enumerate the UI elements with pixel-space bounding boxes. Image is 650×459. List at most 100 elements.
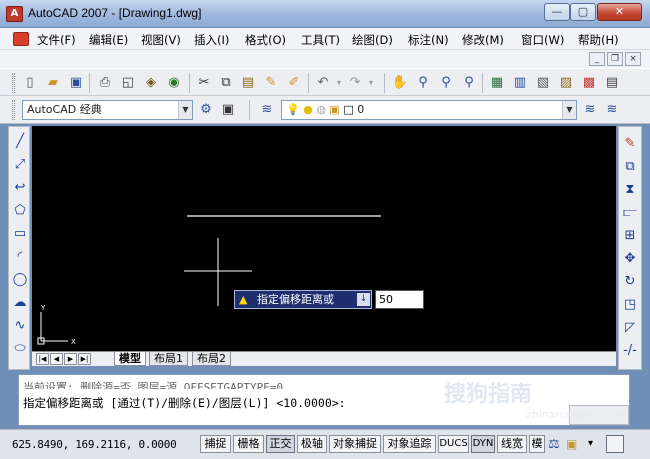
maximize-button[interactable]: ▢ [570, 3, 596, 21]
layer-properties-icon[interactable]: ≋ [258, 101, 276, 119]
rectangle-icon[interactable]: ▭ [11, 225, 29, 243]
construction-line-icon[interactable]: ⤢ [11, 156, 29, 174]
grid-toggle[interactable]: 栅格 [233, 435, 264, 453]
spline-icon[interactable]: ∿ [11, 317, 29, 335]
pan-realtime-icon[interactable]: ✋ [391, 74, 409, 92]
object-snap-toggle[interactable]: 对象捕捉 [329, 435, 381, 453]
save-icon[interactable]: ▣ [67, 74, 85, 92]
lightbulb-icon: 💡 [286, 103, 300, 116]
3d-dwf-icon[interactable]: ◉ [165, 74, 183, 92]
dyn-toggle[interactable]: DYN [471, 435, 495, 453]
plot-preview-icon[interactable]: ◱ [119, 74, 137, 92]
polyline-icon[interactable]: ↩ [11, 179, 29, 197]
new-icon[interactable]: ▯ [21, 74, 39, 92]
menu-insert[interactable]: 插入(I) [194, 32, 229, 48]
block-editor-icon[interactable]: ✐ [285, 74, 303, 92]
tab-layout2[interactable]: 布局2 [192, 352, 231, 366]
doc-close-button[interactable]: × [625, 52, 641, 66]
menu-window[interactable]: 窗口(W) [521, 32, 564, 48]
menu-file[interactable]: 文件(F) [37, 32, 76, 48]
copy-icon[interactable]: ⧉ [217, 74, 235, 92]
markup-icon[interactable]: ▩ [580, 74, 598, 92]
options-down-arrow-icon[interactable]: ↓ [357, 293, 370, 306]
circle-icon[interactable]: ◯ [11, 271, 29, 289]
menu-draw[interactable]: 绘图(D) [352, 32, 393, 48]
annotation-scale-icon[interactable]: ⚖ [548, 437, 560, 452]
minimize-button[interactable]: — [544, 3, 570, 21]
properties-icon[interactable]: ▦ [488, 74, 506, 92]
previous-tab-button[interactable]: ◀ [50, 353, 63, 365]
line-icon[interactable]: ╱ [11, 133, 29, 151]
clean-screen-button[interactable] [606, 435, 624, 453]
lineweight-toggle[interactable]: 线宽 [497, 435, 527, 453]
tab-model[interactable]: 模型 [114, 352, 146, 366]
toolbar-grip[interactable] [12, 100, 15, 120]
next-tab-button[interactable]: ▶ [64, 353, 77, 365]
doc-restore-button[interactable]: ❐ [607, 52, 623, 66]
menu-view[interactable]: 视图(V) [141, 32, 181, 48]
mirror-icon[interactable]: ⧗ [621, 181, 639, 199]
menu-dimension[interactable]: 标注(N) [408, 32, 449, 48]
cut-icon[interactable]: ✂ [195, 74, 213, 92]
sheet-set-icon[interactable]: ▨ [557, 74, 575, 92]
last-tab-button[interactable]: ▶| [78, 353, 91, 365]
print-icon[interactable]: ⎙ [96, 74, 114, 92]
autocad-app-icon[interactable]: A [6, 6, 23, 22]
menu-help[interactable]: 帮助(H) [578, 32, 619, 48]
object-tracking-toggle[interactable]: 对象追踪 [383, 435, 436, 453]
snap-toggle[interactable]: 捕捉 [200, 435, 231, 453]
copy-object-icon[interactable]: ⧉ [621, 158, 639, 176]
zoom-previous-icon[interactable]: ⚲ [460, 74, 478, 92]
trim-icon[interactable]: -/- [621, 342, 639, 360]
redo-dropdown-icon[interactable]: ▾ [362, 74, 380, 92]
toolbar-grip[interactable] [12, 73, 15, 93]
drawing-canvas[interactable]: Y X [32, 126, 616, 351]
freeze-icon: ◍ [316, 103, 326, 116]
revision-cloud-icon[interactable]: ☁ [11, 294, 29, 312]
coordinate-display[interactable]: 625.8490, 169.2116, 0.0000 [12, 438, 177, 451]
tool-palettes-icon[interactable]: ▧ [534, 74, 552, 92]
arc-icon[interactable]: ◜ [11, 248, 29, 266]
offset-icon[interactable]: ⫍ [621, 204, 639, 222]
first-tab-button[interactable]: |◀ [36, 353, 49, 365]
polar-toggle[interactable]: 极轴 [297, 435, 327, 453]
ortho-toggle[interactable]: 正交 [266, 435, 295, 453]
doc-minimize-button[interactable]: _ [589, 52, 605, 66]
polygon-icon[interactable]: ⬠ [11, 202, 29, 220]
close-button[interactable]: ✕ [597, 3, 642, 21]
workspace-layer-toolbar: AutoCAD 经典 ▼ ⚙ ▣ ≋ 💡 ● ◍ ▣ □ 0 ▼ ≋ ≋ [0, 96, 650, 124]
model-toggle[interactable]: 模 [529, 435, 545, 453]
tray-settings-icon[interactable]: ▾ [588, 438, 593, 449]
stretch-icon[interactable]: ◸ [621, 319, 639, 337]
ducs-toggle[interactable]: DUCS [438, 435, 469, 453]
design-center-icon[interactable]: ▥ [511, 74, 529, 92]
move-icon[interactable]: ✥ [621, 250, 639, 268]
menu-modify[interactable]: 修改(M) [462, 32, 504, 48]
layer-select[interactable]: 💡 ● ◍ ▣ □ 0 ▼ [281, 100, 577, 120]
zoom-window-icon[interactable]: ⚲ [437, 74, 455, 92]
workspace-select[interactable]: AutoCAD 经典 ▼ [22, 100, 193, 120]
command-line[interactable]: 指定偏移距离或 [通过(T)/删除(E)/图层(L)] <10.0000>: [23, 395, 346, 411]
menu-edit[interactable]: 编辑(E) [89, 32, 128, 48]
open-icon[interactable]: ▰ [44, 74, 62, 92]
paste-icon[interactable]: ▤ [239, 74, 257, 92]
lock-icon[interactable]: ▣ [566, 437, 577, 451]
menu-tools[interactable]: 工具(T) [301, 32, 340, 48]
save-workspace-icon[interactable]: ▣ [219, 101, 237, 119]
erase-icon[interactable]: ✎ [621, 135, 639, 153]
make-object-layer-current-icon[interactable]: ≋ [581, 101, 599, 119]
tab-layout1[interactable]: 布局1 [149, 352, 188, 366]
publish-icon[interactable]: ◈ [142, 74, 160, 92]
ellipse-icon[interactable]: ⬭ [11, 340, 29, 358]
rotate-icon[interactable]: ↻ [621, 273, 639, 291]
match-properties-icon[interactable]: ✎ [262, 74, 280, 92]
layer-previous-icon[interactable]: ≋ [603, 101, 621, 119]
quickcalc-icon[interactable]: ▤ [603, 74, 621, 92]
zoom-realtime-icon[interactable]: ⚲ [414, 74, 432, 92]
document-icon[interactable] [13, 32, 29, 46]
array-icon[interactable]: ⊞ [621, 227, 639, 245]
scale-icon[interactable]: ◳ [621, 296, 639, 314]
dynamic-input-field[interactable]: 50 [375, 290, 424, 309]
menu-format[interactable]: 格式(O) [245, 32, 286, 48]
workspace-settings-icon[interactable]: ⚙ [197, 101, 215, 119]
